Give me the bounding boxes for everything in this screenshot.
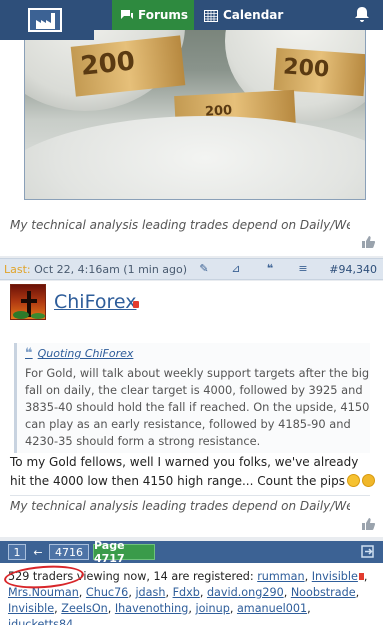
post-message-text: To my Gold fellows, well I warned you fo… xyxy=(10,455,359,488)
user-link[interactable]: rumman xyxy=(257,570,304,583)
arrow-left-icon[interactable]: ← xyxy=(31,544,45,560)
user-link[interactable]: Invisible xyxy=(312,570,358,583)
page-first[interactable]: 1 xyxy=(8,544,26,560)
banknote: 200 xyxy=(70,35,186,97)
nav-forums-label: Forums xyxy=(138,8,189,22)
home-button[interactable] xyxy=(0,0,94,40)
pin-icon[interactable]: ⊿ xyxy=(228,262,244,276)
thumbs-up-icon[interactable] xyxy=(361,236,375,248)
post-message: To my Gold fellows, well I warned you fo… xyxy=(10,453,376,491)
quote-source-label: Quoting ChiForex xyxy=(37,347,134,360)
nav-forums[interactable]: Forums xyxy=(112,0,194,30)
bell-icon[interactable] xyxy=(355,6,369,22)
user-link[interactable]: Chuc76 xyxy=(86,586,128,599)
signature-text: My technical analysis leading trades dep… xyxy=(10,218,350,232)
username-link[interactable]: ChiForex xyxy=(54,291,136,313)
last-edited: Last: Oct 22, 4:16am (1 min ago) xyxy=(4,263,188,276)
user-link[interactable]: ZeeIsOn xyxy=(61,602,107,615)
user-link[interactable]: amanuel001 xyxy=(237,602,307,615)
signature-text: My technical analysis leading trades dep… xyxy=(10,499,350,513)
user-link[interactable]: Fdxb xyxy=(173,586,200,599)
divider xyxy=(10,495,370,496)
nav-calendar[interactable]: Calendar xyxy=(194,0,294,30)
viewers-panel: 529 traders viewing now, 14 are register… xyxy=(0,563,383,625)
user-link[interactable]: Ihavenothing xyxy=(115,602,188,615)
calendar-icon xyxy=(204,9,218,22)
user-link[interactable]: joinup xyxy=(195,602,229,615)
quote-text: For Gold, will talk about weekly support… xyxy=(25,366,370,448)
user-link[interactable]: Mrs.Nouman xyxy=(8,586,79,599)
factory-icon xyxy=(36,13,55,29)
viewers-count: 529 traders viewing now, 14 are register… xyxy=(8,570,258,583)
user-link[interactable]: jdash xyxy=(135,586,165,599)
user-link[interactable]: Invisible xyxy=(8,602,54,615)
banknote: 200 xyxy=(273,47,365,97)
avatar[interactable] xyxy=(10,284,46,320)
quote-icon[interactable]: ❝ xyxy=(262,262,278,276)
country-flag-icon xyxy=(133,301,139,308)
user-link[interactable]: david.ong290 xyxy=(207,586,284,599)
post-number[interactable]: #94,340 xyxy=(329,263,377,276)
user-link[interactable]: jducketts84 xyxy=(8,618,73,625)
quote-icon: ❝ xyxy=(25,346,33,361)
emoji-icon xyxy=(362,474,375,487)
page-prev[interactable]: 4716 xyxy=(49,544,89,560)
country-flag-icon xyxy=(358,573,364,580)
quote-block: ❝ Quoting ChiForex For Gold, will talk a… xyxy=(14,343,370,453)
page-current: Page 4717 xyxy=(93,539,155,565)
jump-to-end-icon[interactable] xyxy=(361,545,375,558)
document-icon[interactable]: ≡ xyxy=(295,262,311,276)
user-link[interactable]: Noobstrade xyxy=(291,586,356,599)
quote-source[interactable]: ❝ Quoting ChiForex xyxy=(25,346,370,361)
emoji-icon xyxy=(347,474,360,487)
chat-icon xyxy=(121,10,133,19)
post-current: ChiForex ❝ Quoting ChiForex For Gold, wi… xyxy=(0,281,383,537)
pagination: 1 ← 4716 Page 4717 xyxy=(0,539,383,565)
nav-calendar-label: Calendar xyxy=(223,8,284,22)
post-meta-bar: Last: Oct 22, 4:16am (1 min ago) ✎ ⊿ ❝ ≡… xyxy=(0,258,383,280)
pencil-icon[interactable]: ✎ xyxy=(196,262,212,276)
thumbs-up-icon[interactable] xyxy=(361,518,375,530)
